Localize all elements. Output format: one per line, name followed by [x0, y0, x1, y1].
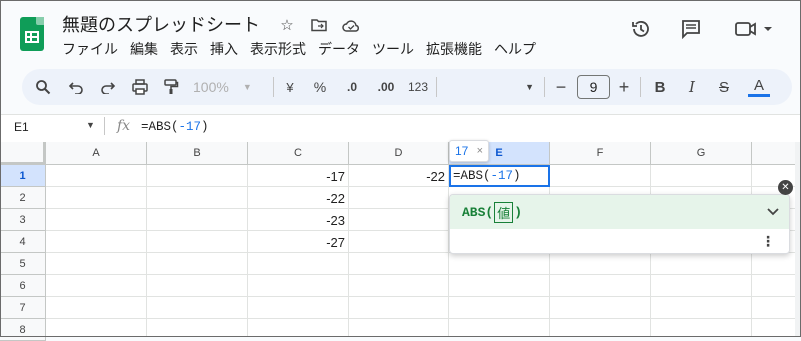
- cell-d1[interactable]: -22: [349, 165, 448, 187]
- font-family-select[interactable]: ▼: [440, 77, 540, 97]
- column-header-b[interactable]: B: [147, 142, 248, 165]
- vertical-scrollbar[interactable]: [795, 142, 801, 337]
- menu-view[interactable]: 表示: [164, 39, 204, 59]
- expand-help-chevron-icon[interactable]: [767, 203, 779, 219]
- fx-icon: fx: [117, 118, 131, 134]
- cell-e1-editor[interactable]: =ABS(-17): [449, 165, 550, 187]
- menu-format[interactable]: 表示形式: [244, 39, 312, 59]
- decrease-decimal-button[interactable]: .0: [340, 77, 364, 97]
- strikethrough-button[interactable]: S: [716, 77, 732, 97]
- row-header-3[interactable]: 3: [0, 209, 46, 231]
- menu-file[interactable]: ファイル: [56, 39, 124, 59]
- menu-help[interactable]: ヘルプ: [488, 39, 542, 59]
- zoom-select[interactable]: 100% ▼: [193, 77, 263, 97]
- name-box-dropdown-icon[interactable]: ▼: [86, 120, 95, 130]
- close-help-icon[interactable]: ✕: [778, 180, 793, 195]
- search-menus-icon[interactable]: [33, 77, 53, 97]
- column-header-c[interactable]: C: [248, 142, 349, 165]
- cell-c4[interactable]: -27: [248, 231, 348, 253]
- document-title[interactable]: 無題のスプレッドシート: [62, 11, 260, 37]
- function-argument: 値: [494, 201, 514, 223]
- toolbar-divider: [640, 77, 641, 97]
- cell-c1[interactable]: -17: [248, 165, 348, 187]
- percent-format-button[interactable]: %: [312, 77, 328, 97]
- meet-video-icon[interactable]: [732, 16, 776, 42]
- grid-line: [146, 165, 147, 337]
- cell-c3[interactable]: -23: [248, 209, 348, 231]
- row-header-1[interactable]: 1: [0, 165, 46, 187]
- font-size-input[interactable]: 9: [577, 75, 610, 99]
- formula-input[interactable]: =ABS(-17): [141, 120, 209, 134]
- edit-close-paren: ): [513, 169, 521, 183]
- print-icon[interactable]: [130, 77, 150, 97]
- move-to-folder-icon[interactable]: [308, 14, 330, 36]
- decrease-decimal-label: .0: [346, 80, 357, 94]
- grid-line: [46, 274, 801, 275]
- zoom-dropdown-icon: ▼: [242, 82, 252, 92]
- toolbar-divider: [544, 77, 545, 97]
- star-icon[interactable]: ☆: [276, 14, 298, 36]
- menu-extensions[interactable]: 拡張機能: [420, 39, 488, 59]
- font-size-increase-icon[interactable]: +: [616, 77, 632, 97]
- preview-value: 17: [455, 144, 469, 158]
- version-history-icon[interactable]: [628, 16, 654, 42]
- formula-close: ): [201, 120, 209, 134]
- cell-c2[interactable]: -22: [248, 187, 348, 209]
- paint-format-icon[interactable]: [161, 77, 181, 97]
- row-header-2[interactable]: 2: [0, 187, 46, 209]
- zoom-value: 100%: [193, 79, 229, 95]
- grid-line: [46, 296, 801, 297]
- row-header-6[interactable]: 6: [0, 275, 46, 297]
- increase-decimal-label: .00: [377, 80, 395, 94]
- italic-button[interactable]: I: [684, 77, 700, 97]
- function-close-paren: ): [514, 204, 523, 220]
- name-box[interactable]: E1: [14, 120, 29, 134]
- more-options-icon[interactable]: ⋮: [761, 233, 775, 250]
- column-header-h[interactable]: [752, 142, 801, 165]
- edit-number: -17: [490, 169, 514, 183]
- toolbar-divider: [436, 77, 437, 97]
- bold-button[interactable]: B: [652, 77, 668, 97]
- formula-bar-divider: [104, 117, 105, 135]
- row-header-4[interactable]: 4: [0, 231, 46, 253]
- column-header-d[interactable]: D: [349, 142, 449, 165]
- text-color-letter: A: [753, 76, 764, 94]
- formula-result-preview: 17 ×: [449, 140, 489, 162]
- formula-text: =ABS(: [141, 120, 179, 134]
- preview-close-icon[interactable]: ×: [477, 145, 483, 157]
- select-all-corner[interactable]: [0, 142, 46, 165]
- column-header-a[interactable]: A: [46, 142, 147, 165]
- function-help-panel: ABS(値) ⋮: [449, 194, 790, 254]
- formula-number: -17: [178, 120, 202, 134]
- toolbar-divider: [273, 77, 274, 97]
- function-signature[interactable]: ABS(値): [450, 195, 789, 229]
- menu-bar: ファイル 編集 表示 挿入 表示形式 データ ツール 拡張機能 ヘルプ: [56, 39, 542, 59]
- menu-tools[interactable]: ツール: [366, 39, 420, 59]
- comments-icon[interactable]: [678, 16, 704, 42]
- column-header-f[interactable]: F: [550, 142, 651, 165]
- undo-icon[interactable]: [66, 77, 86, 97]
- redo-icon[interactable]: [98, 77, 118, 97]
- row-header-7[interactable]: 7: [0, 297, 46, 319]
- menu-data[interactable]: データ: [312, 39, 366, 59]
- edit-text: =ABS(: [453, 169, 491, 183]
- increase-decimal-button[interactable]: .00: [372, 77, 400, 97]
- number-format-button[interactable]: 123: [406, 77, 430, 97]
- function-name: ABS(: [462, 204, 494, 220]
- currency-format-button[interactable]: ¥: [282, 77, 298, 97]
- cloud-saved-icon[interactable]: [340, 14, 362, 36]
- grid-line: [348, 165, 349, 337]
- font-size-decrease-icon[interactable]: −: [553, 77, 569, 97]
- font-dropdown-icon: ▼: [525, 82, 534, 92]
- grid-line: [46, 318, 801, 319]
- column-header-g[interactable]: G: [651, 142, 752, 165]
- menu-edit[interactable]: 編集: [124, 39, 164, 59]
- sheets-logo[interactable]: [20, 17, 44, 51]
- row-header-8[interactable]: 8: [0, 319, 46, 341]
- menu-insert[interactable]: 挿入: [204, 39, 244, 59]
- row-header-5[interactable]: 5: [0, 253, 46, 275]
- text-color-swatch: [748, 94, 770, 97]
